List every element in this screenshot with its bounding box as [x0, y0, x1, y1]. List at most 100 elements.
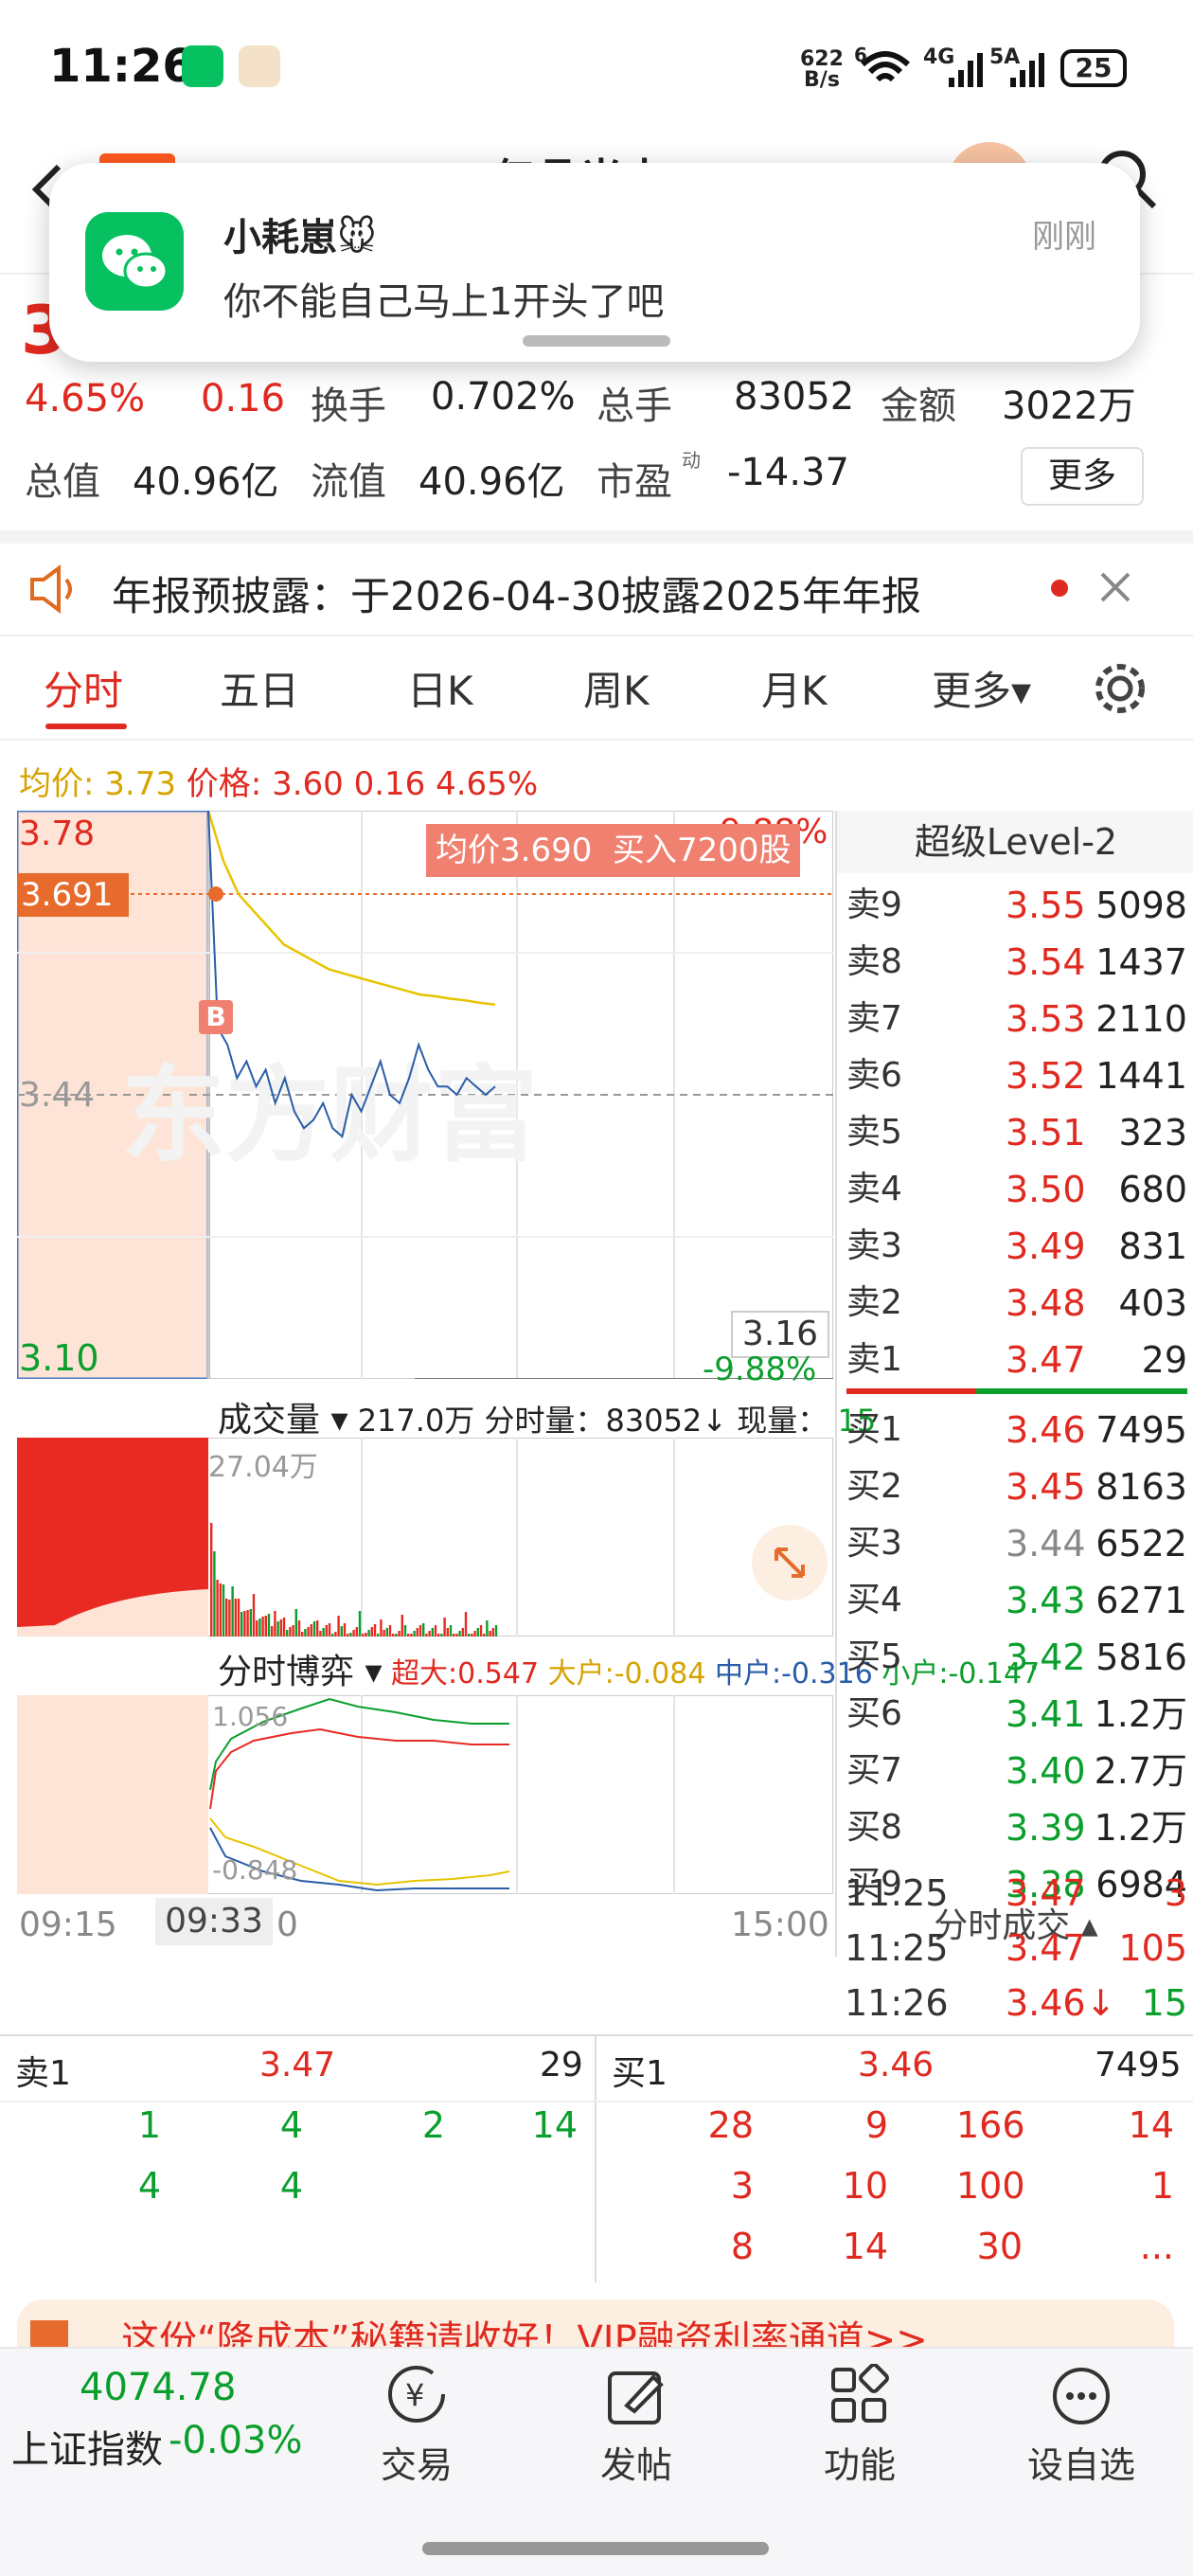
- signal-icon-1: [949, 53, 983, 87]
- volume-bar: [431, 1628, 434, 1637]
- volume-bar: [440, 1634, 443, 1637]
- ask-row[interactable]: 卖9 3.55 5098: [846, 877, 1187, 934]
- level-price: 3.54: [1006, 941, 1086, 983]
- bid-row[interactable]: 买1 3.46 7495: [846, 1402, 1187, 1458]
- volume-bar: [249, 1609, 252, 1637]
- level2-title[interactable]: 超级Level-2: [837, 811, 1193, 873]
- volume-total: 217.0万: [357, 1403, 475, 1439]
- bid-row[interactable]: 买3 3.44 6522: [846, 1515, 1187, 1572]
- level-price: 3.49: [1006, 1225, 1086, 1267]
- volume-chart[interactable]: [17, 1438, 833, 1637]
- trade-time: 11:25: [845, 1927, 949, 1969]
- wechat-notification[interactable]: 小耗崽🐭 你不能自己马上1开头了吧 刚刚: [49, 163, 1140, 362]
- bid-row[interactable]: 买7 3.40 2.7万: [846, 1743, 1187, 1799]
- level-volume: 7495: [1095, 1409, 1187, 1451]
- bid-row[interactable]: 买2 3.45 8163: [846, 1458, 1187, 1515]
- nav-function[interactable]: 功能: [784, 2360, 935, 2486]
- speaker-icon: [30, 564, 72, 614]
- ask-row[interactable]: 卖4 3.50 680: [846, 1161, 1187, 1218]
- home-indicator[interactable]: [422, 2542, 769, 2555]
- volume-bar: [261, 1617, 264, 1637]
- queue-cell: 14: [1128, 2104, 1174, 2146]
- level-volume: 680: [1118, 1169, 1187, 1210]
- tab-five-day[interactable]: 五日: [220, 659, 299, 717]
- nav-trade-label: 交易: [380, 2444, 453, 2486]
- tab-monthly-k[interactable]: 月K: [761, 659, 828, 717]
- nav-function-label: 功能: [823, 2444, 896, 2486]
- nav-watchlist[interactable]: 设自选: [1006, 2360, 1157, 2486]
- bid-row[interactable]: 买4 3.43 6271: [846, 1572, 1187, 1629]
- gear-icon[interactable]: [1091, 659, 1149, 718]
- level-price: 3.55: [1006, 885, 1086, 926]
- game-chart[interactable]: [17, 1695, 833, 1894]
- more-dots-icon: [1053, 2368, 1110, 2424]
- expand-icon[interactable]: [752, 1525, 828, 1601]
- level-price: 3.47: [1006, 1339, 1086, 1381]
- ask-row[interactable]: 卖8 3.54 1437: [846, 934, 1187, 991]
- tab-daily-k[interactable]: 日K: [407, 659, 473, 717]
- mcap-value: 40.96亿: [133, 460, 279, 504]
- level-label: 买2: [846, 1467, 902, 1506]
- level-price: 3.52: [1006, 1055, 1086, 1097]
- y-low-label: 3.10: [19, 1337, 99, 1379]
- level-label: 买8: [846, 1808, 902, 1847]
- close-icon[interactable]: [1096, 568, 1134, 606]
- queue-cell: 14: [842, 2226, 888, 2267]
- nav-watchlist-label: 设自选: [1026, 2444, 1135, 2486]
- nav-trade[interactable]: ¥ 交易: [341, 2360, 492, 2486]
- level-price: 3.43: [1006, 1580, 1086, 1621]
- promo-banner[interactable]: 这份“降成本”秘籍请收好！VIP融资利率通道>>: [17, 2299, 1174, 2352]
- game-selector[interactable]: 分时博弈 ▾: [218, 1653, 383, 1691]
- ask-row[interactable]: 卖1 3.47 29: [846, 1332, 1187, 1388]
- queue-grid: 1 4 2 14 4 4 28 9 166 14 3 10 100 1 8 14 30...: [0, 2104, 1193, 2284]
- ask-row[interactable]: 卖2 3.48 403: [846, 1275, 1187, 1332]
- volume-bar: [365, 1633, 367, 1637]
- apps-icon: [831, 2364, 889, 2423]
- tab-intraday[interactable]: 分时: [44, 659, 123, 717]
- volume-bar: [471, 1634, 473, 1637]
- more-button[interactable]: 更多: [1021, 447, 1144, 506]
- level-price: 3.40: [1006, 1750, 1086, 1792]
- y-high-label: 3.78: [19, 814, 96, 853]
- trade-row: 11:25 3.47 3: [845, 1866, 1187, 1921]
- volume-value: 83052: [734, 375, 855, 419]
- volume-bar: [267, 1614, 271, 1637]
- nav-post[interactable]: 发帖: [561, 2360, 712, 2486]
- volume-bar: [328, 1623, 331, 1637]
- tab-weekly-k[interactable]: 周K: [583, 659, 650, 717]
- pct-value: 4.65%: [436, 765, 539, 803]
- level-label: 卖6: [846, 1056, 902, 1095]
- notif-handle[interactable]: [523, 335, 670, 347]
- trade-price: 3.47: [1006, 1872, 1086, 1914]
- bid-list: 买1 3.46 7495 买2 3.45 8163 买3 3.44 6522 买4 3.43 6271…: [846, 1402, 1187, 1913]
- ask-row[interactable]: 卖5 3.51 323: [846, 1104, 1187, 1161]
- ask-row[interactable]: 卖6 3.52 1441: [846, 1047, 1187, 1104]
- volume-bar: [428, 1631, 431, 1637]
- price-chart[interactable]: 东方财富: [17, 811, 833, 1379]
- ask-row[interactable]: 卖7 3.53 2110: [846, 991, 1187, 1047]
- index-value[interactable]: 4074.78: [80, 2366, 236, 2409]
- level-price: 3.45: [1006, 1466, 1086, 1508]
- volume-bar: [413, 1631, 416, 1637]
- bid-row[interactable]: 买5 3.42 5816: [846, 1629, 1187, 1686]
- volume-bar: [340, 1626, 343, 1637]
- volume-bar: [398, 1631, 401, 1637]
- trade-tooltip: 均价3.690 买入7200股: [426, 824, 801, 877]
- ask-row[interactable]: 卖3 3.49 831: [846, 1218, 1187, 1275]
- tab-more[interactable]: 更多▾: [932, 659, 1031, 717]
- annual-report-notice[interactable]: 年报预披露：于2026-04-30披露2025年年报: [0, 530, 1193, 636]
- volume-bar: [334, 1632, 337, 1637]
- volume-selector[interactable]: 成交量 ▾: [218, 1401, 348, 1440]
- volume-bar: [240, 1612, 243, 1637]
- volume-bar: [256, 1620, 258, 1637]
- volume-bar: [383, 1630, 385, 1637]
- volume-bar: [294, 1609, 297, 1637]
- bid-row[interactable]: 买6 3.41 1.2万: [846, 1686, 1187, 1743]
- right-bottom-pct: -9.88%: [703, 1351, 817, 1388]
- level-volume: 6271: [1095, 1580, 1187, 1621]
- volume-bar: [458, 1631, 461, 1637]
- clock: 11:26: [49, 40, 194, 93]
- y-cross-label: 3.691: [17, 873, 129, 917]
- bid-row[interactable]: 买8 3.39 1.2万: [846, 1799, 1187, 1856]
- queue-cell: 28: [707, 2104, 754, 2146]
